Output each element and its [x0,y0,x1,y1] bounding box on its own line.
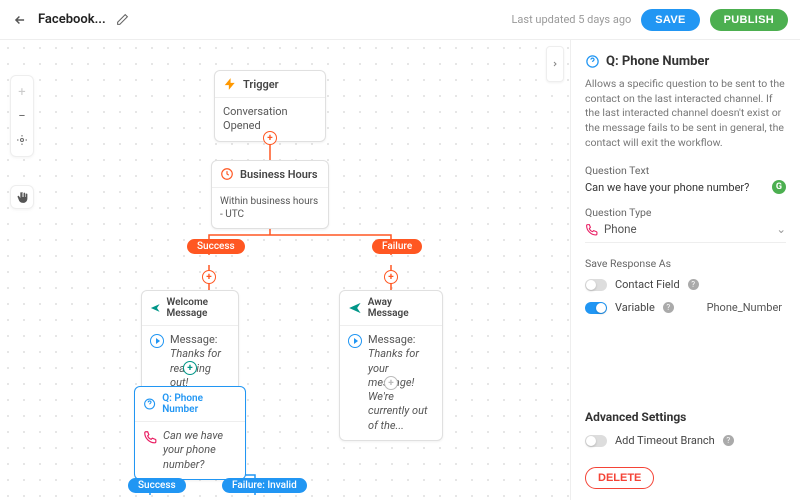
save-button[interactable]: SAVE [641,9,699,31]
question-text-input[interactable]: Can we have your phone number? [585,181,749,194]
node-title: Q: Phone Number [162,393,237,415]
node-phone-question[interactable]: Q: Phone Number Can we have your phone n… [134,386,246,480]
contact-field-toggle[interactable] [585,279,607,291]
add-step-button[interactable]: + [183,361,197,375]
node-business-hours[interactable]: Business Hours Within business hours - U… [211,160,329,229]
phone-icon [143,430,157,444]
contact-field-label: Contact Field [615,278,680,291]
node-body: Within business hours - UTC [212,188,328,228]
save-response-label: Save Response As [585,257,786,270]
add-step-button[interactable]: + [263,131,277,145]
variable-label: Variable [615,301,655,314]
zoom-out-button[interactable]: − [10,104,34,128]
add-step-button[interactable]: + [384,270,398,284]
node-body: Message: Thanks for your message! We're … [368,333,434,433]
add-step-button[interactable]: + [202,270,216,284]
node-body: Message: Thanks for reaching out! [170,333,230,390]
branch-failure[interactable]: Failure [372,239,422,254]
zoom-in-button[interactable]: + [10,80,34,104]
message-icon [150,334,164,348]
timeout-label: Add Timeout Branch [615,434,715,447]
question-icon [143,397,156,411]
node-away[interactable]: Away Message Message: Thanks for your me… [339,290,443,441]
panel-title: Q: Phone Number [606,54,709,69]
grammarly-icon[interactable]: G [772,180,786,194]
workflow-canvas[interactable]: + − Trigger Conversation Opened + Busine… [0,40,570,500]
help-icon[interactable]: ? [688,279,699,290]
branch-q-success[interactable]: Success [128,478,186,493]
help-icon[interactable]: ? [663,302,674,313]
clock-icon [220,167,234,181]
properties-panel: Q: Phone Number Allows a specific questi… [570,40,800,500]
workflow-title: Facebook... [38,12,106,27]
question-type-label: Question Type [585,206,786,219]
message-icon [348,334,362,348]
node-title: Welcome Message [166,297,230,319]
delete-button[interactable]: DELETE [585,467,654,489]
branch-success[interactable]: Success [187,239,245,254]
timeout-toggle[interactable] [585,435,607,447]
edit-icon[interactable] [116,13,130,27]
publish-button[interactable]: PUBLISH [710,9,788,31]
variable-toggle[interactable] [585,302,607,314]
panel-description: Allows a specific question to be sent to… [585,77,786,150]
variable-name-input[interactable]: Phone_Number [707,301,786,314]
collapse-panel-button[interactable] [546,46,564,82]
node-title: Away Message [368,297,434,319]
question-text-label: Question Text [585,164,786,177]
back-arrow[interactable] [12,12,28,28]
node-title: Trigger [243,78,279,91]
bolt-icon [223,77,237,91]
node-body: Can we have your phone number? [163,429,237,472]
phone-icon [585,223,598,236]
node-welcome[interactable]: Welcome Message Message: Thanks for reac… [141,290,239,398]
send-icon [348,301,362,315]
help-icon[interactable]: ? [723,435,734,446]
pan-tool[interactable] [10,185,34,209]
node-title: Business Hours [240,168,318,181]
zoom-tools: + − [10,75,34,157]
fit-button[interactable] [10,128,34,152]
advanced-settings-header: Advanced Settings [585,410,786,424]
branch-q-failure[interactable]: Failure: Invalid [222,478,307,493]
question-icon [585,54,600,69]
last-updated: Last updated 5 days ago [512,13,632,26]
send-icon [150,301,160,315]
question-type-select[interactable]: Phone ⌄ [585,222,786,243]
add-step-button[interactable]: + [384,376,398,390]
